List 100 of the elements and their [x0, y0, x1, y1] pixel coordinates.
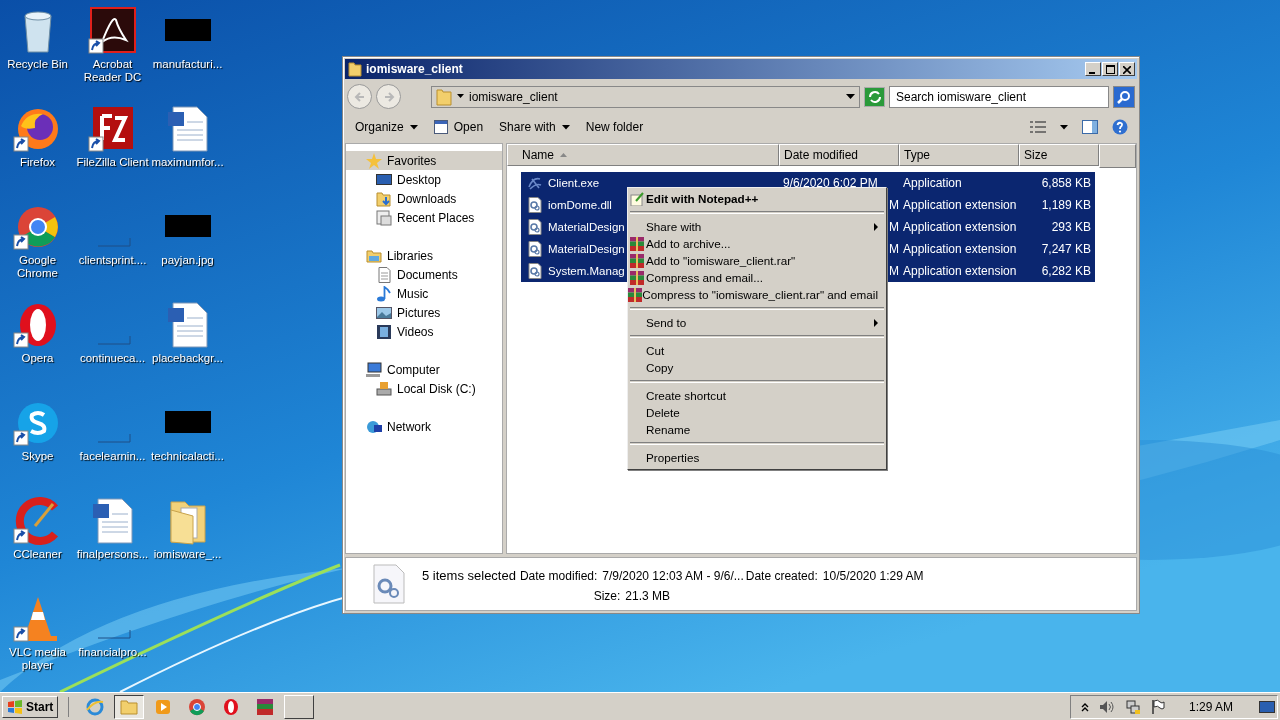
windows-logo-icon [7, 699, 23, 714]
network-icon[interactable] [1124, 698, 1141, 715]
caret-icon [561, 124, 570, 130]
menu-item[interactable]: Create shortcut [628, 387, 886, 404]
search-icon [1117, 89, 1131, 104]
document-icon [376, 266, 392, 283]
nav-item[interactable]: Libraries [346, 246, 502, 265]
chevron-up-icon[interactable] [1080, 701, 1089, 712]
detail-value: 7/9/2020 12:03 AM - 9/6/... [602, 569, 744, 583]
app-file-icon [527, 175, 543, 191]
icon-label: manufacturi... [152, 58, 223, 71]
gear-file-icon [527, 263, 543, 279]
icon-label: finalpersons... [76, 548, 149, 561]
menu-item[interactable]: Properties [628, 449, 886, 466]
disk-icon [376, 380, 392, 397]
detail-label: Date created: [745, 569, 818, 583]
icon-label: Skype [21, 450, 54, 463]
menu-item[interactable]: Add to archive... [628, 235, 886, 252]
flag-icon[interactable] [1150, 698, 1165, 715]
detail-label: Size: [593, 589, 621, 603]
nav-item[interactable]: Computer [346, 360, 502, 379]
star-icon [366, 152, 382, 169]
menu-item[interactable]: Copy [628, 359, 886, 376]
icon-label: Opera [21, 352, 54, 365]
icon-label: facelearnin... [79, 450, 146, 463]
archive-icon [628, 287, 643, 302]
toolbar-button[interactable]: Share with [493, 117, 576, 137]
column-header[interactable]: Type [899, 144, 1019, 166]
speaker-icon[interactable] [1098, 699, 1115, 714]
size-cell-text: 6,858 KB [1040, 176, 1092, 190]
size-cell-text: 6,282 KB [1040, 264, 1092, 278]
nav-item[interactable]: Recent Places [346, 208, 502, 227]
file-name: MaterialDesign [548, 221, 625, 233]
address-bar[interactable]: iomisware_client [431, 85, 860, 108]
menu-item[interactable]: Cut [628, 342, 886, 359]
column-header[interactable]: Name [507, 144, 779, 166]
archive-icon [630, 270, 644, 285]
window-icon [433, 120, 448, 134]
folder-icon [120, 697, 139, 716]
menu-item[interactable]: Compress and email... [628, 269, 886, 286]
nav-item[interactable]: Videos [346, 322, 502, 341]
selection-summary: 5 items selected [422, 568, 516, 583]
close-icon [1123, 66, 1131, 74]
toolbar-button[interactable]: Open [427, 117, 490, 137]
nav-item[interactable]: Music [346, 284, 502, 303]
search-button[interactable] [1113, 85, 1135, 108]
window-title: iomisware_client [366, 62, 463, 76]
icon-label: Firefox [19, 156, 56, 169]
detail-value: 10/5/2020 1:29 AM [822, 569, 924, 583]
monitor-icon [376, 171, 392, 188]
nav-item[interactable]: Downloads [346, 189, 502, 208]
type-cell-text: Application extension [902, 264, 1018, 278]
icon-label: FileZilla Client [76, 156, 149, 169]
nav-item[interactable]: Network [346, 417, 502, 436]
pdf-icon[interactable] [87, 6, 138, 56]
toolbar-button[interactable]: New folder [579, 117, 650, 137]
close-button[interactable] [1119, 62, 1135, 76]
icon-label: payjan.jpg [161, 254, 214, 267]
menu-item[interactable]: Share with [628, 218, 886, 235]
icon-label: Acrobat Reader DC [82, 58, 143, 84]
type-cell-text: Application extension [902, 220, 1018, 234]
refresh-button[interactable] [864, 86, 885, 107]
file-name: iomDome.dll [548, 199, 612, 211]
caret-icon [409, 124, 418, 130]
icon-label: Google Chrome [16, 254, 59, 280]
maximize-button[interactable] [1102, 62, 1118, 76]
toolbar-button[interactable]: Organize [349, 117, 424, 137]
menu-item[interactable]: Rename [628, 421, 886, 438]
gear-file-icon [527, 219, 543, 235]
icon-label: VLC media player [8, 646, 67, 672]
nav-item[interactable]: Desktop [346, 170, 502, 189]
menu-item[interactable]: Delete [628, 404, 886, 421]
help-icon [1112, 119, 1128, 135]
icon-label: continueca... [79, 352, 146, 365]
folder-icon [436, 87, 452, 106]
nav-item[interactable]: Documents [346, 265, 502, 284]
sort-arrow-icon [560, 153, 567, 157]
minimize-button[interactable] [1085, 62, 1101, 76]
column-header[interactable]: Size [1019, 144, 1099, 166]
search-field[interactable]: Search iomisware_client [889, 85, 1109, 108]
pane-icon [1082, 120, 1098, 134]
file-name: Client.exe [548, 177, 600, 189]
show-desktop-button[interactable] [1257, 700, 1277, 713]
nav-item[interactable]: Favorites [346, 151, 502, 170]
menu-item[interactable]: Compress to "iomisware_client.rar" and email [628, 286, 886, 303]
nav-item[interactable]: Local Disk (C:) [346, 379, 502, 398]
date-cell: M [889, 264, 899, 278]
forward-arrow-icon [382, 90, 395, 103]
gear-file-icon [370, 564, 406, 604]
gear-file-icon [527, 241, 543, 257]
taskbar-button[interactable] [114, 694, 145, 719]
archive-icon [630, 253, 644, 268]
icon-label: technicalacti... [151, 450, 224, 463]
nav-item[interactable]: Pictures [346, 303, 502, 322]
menu-item[interactable]: Add to "iomisware_client.rar" [628, 252, 886, 269]
menu-item[interactable]: Send to [628, 314, 886, 331]
ring-icon [222, 697, 241, 716]
icon-label: CCleaner [13, 548, 62, 561]
column-header[interactable]: Date modified [779, 144, 899, 166]
start-button[interactable]: Start [2, 695, 59, 718]
